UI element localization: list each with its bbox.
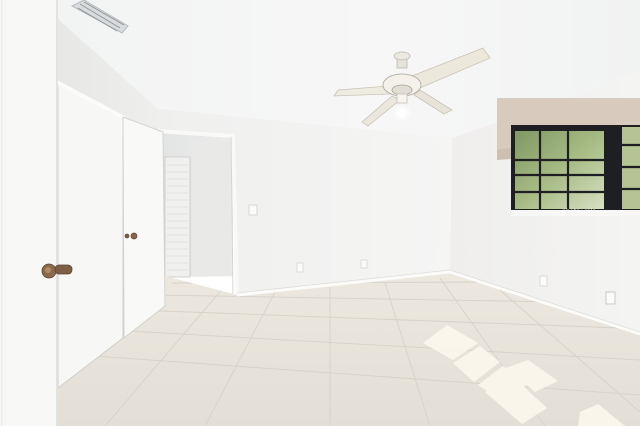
empty-bedroom-photo: photo: mls [0,0,640,426]
closet-door-swung-open [122,116,166,340]
closet-door [57,82,124,390]
room-door [0,0,58,426]
closet-door-knob [130,232,138,240]
closet-door-hinge [124,233,130,239]
hallway-closet-door [164,156,191,278]
window [497,98,640,216]
light-switch [248,204,258,216]
hallway-right-wall [192,139,231,277]
wall-outlet [360,259,368,269]
wall-outlet [296,262,304,273]
wall-outlet [605,291,616,305]
wall-outlet [539,275,548,287]
photo-watermark: photo: mls [562,208,596,215]
window-view-trees [515,131,605,209]
room-illustration [0,0,640,426]
